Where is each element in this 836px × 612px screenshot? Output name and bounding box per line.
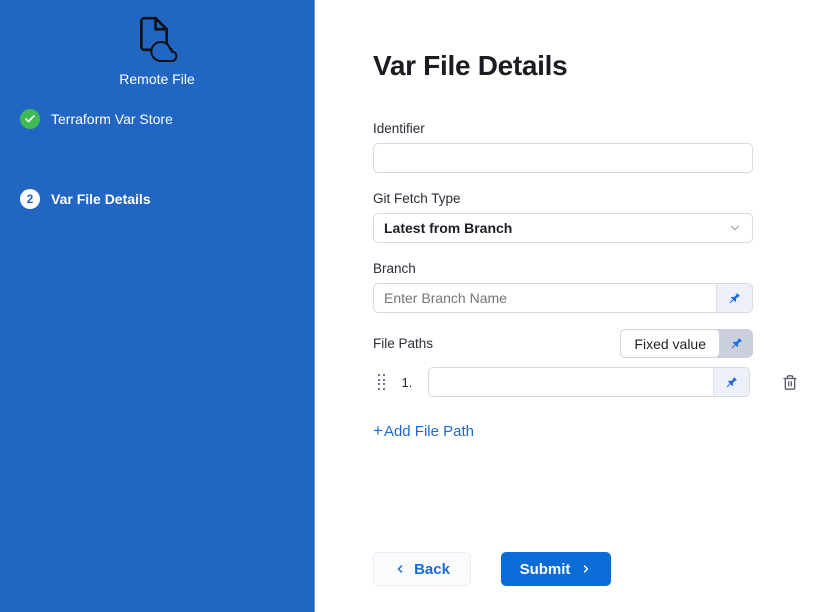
- branch-group: Branch: [373, 261, 836, 313]
- chevron-left-icon: [394, 563, 406, 575]
- row-index: 1.: [402, 375, 422, 390]
- type-selector-value: Fixed value: [620, 329, 720, 358]
- git-fetch-type-value: Latest from Branch: [384, 220, 512, 236]
- file-path-input-wrap: [428, 367, 750, 397]
- file-path-runtime-pin-button[interactable]: [713, 368, 749, 396]
- git-fetch-type-select[interactable]: Latest from Branch: [373, 213, 753, 243]
- chevron-down-icon: [728, 221, 742, 235]
- delete-row-button[interactable]: [780, 372, 800, 393]
- step-label: Terraform Var Store: [51, 111, 173, 127]
- step-number-badge: 2: [20, 189, 40, 209]
- back-button-label: Back: [414, 561, 450, 578]
- branch-input[interactable]: [374, 284, 716, 312]
- type-selector-pin-icon: [720, 329, 753, 358]
- add-file-path-button[interactable]: + Add File Path: [373, 421, 474, 441]
- wizard-footer: Back Submit: [373, 552, 611, 586]
- drag-handle[interactable]: [378, 374, 385, 390]
- git-fetch-type-group: Git Fetch Type Latest from Branch: [373, 191, 836, 243]
- branch-runtime-pin-button[interactable]: [716, 284, 752, 312]
- identifier-label: Identifier: [373, 121, 836, 136]
- submit-button-label: Submit: [520, 561, 571, 578]
- add-file-path-label: Add File Path: [384, 423, 474, 440]
- branch-label: Branch: [373, 261, 836, 276]
- step-var-file-details[interactable]: 2 Var File Details: [0, 189, 314, 209]
- store-type-header: Remote File: [0, 12, 314, 87]
- step-label: Var File Details: [51, 191, 151, 207]
- step-terraform-var-store[interactable]: Terraform Var Store: [0, 109, 314, 129]
- plus-icon: +: [373, 421, 383, 441]
- file-path-input[interactable]: [429, 368, 713, 396]
- var-file-details-panel: Var File Details Identifier Git Fetch Ty…: [315, 0, 836, 612]
- file-paths-label: File Paths: [373, 336, 433, 351]
- file-paths-header: File Paths Fixed value: [373, 329, 753, 358]
- git-fetch-type-label: Git Fetch Type: [373, 191, 836, 206]
- chevron-right-icon: [580, 563, 592, 575]
- store-type-label: Remote File: [119, 71, 194, 87]
- file-paths-type-selector[interactable]: Fixed value: [620, 329, 753, 358]
- wizard-steps: Terraform Var Store 2 Var File Details: [0, 109, 314, 209]
- var-file-wizard-dialog: Remote File Terraform Var Store 2 Var Fi…: [0, 0, 836, 612]
- submit-button[interactable]: Submit: [501, 552, 611, 586]
- back-button[interactable]: Back: [373, 552, 471, 586]
- page-title: Var File Details: [373, 50, 836, 82]
- file-path-row: 1.: [373, 367, 836, 397]
- branch-input-wrap: [373, 283, 753, 313]
- wizard-sidebar: Remote File Terraform Var Store 2 Var Fi…: [0, 0, 315, 612]
- step-complete-icon: [20, 109, 40, 129]
- identifier-group: Identifier: [373, 121, 836, 173]
- remote-file-icon: [133, 12, 181, 64]
- identifier-input[interactable]: [373, 143, 753, 173]
